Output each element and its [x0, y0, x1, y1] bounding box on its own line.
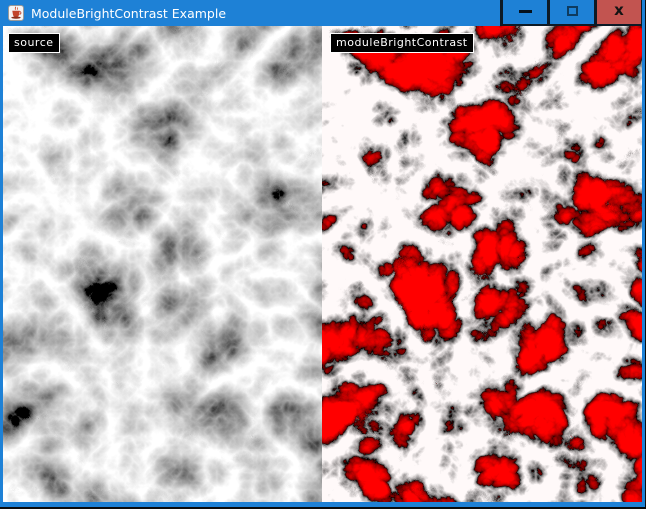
maximize-icon — [567, 6, 578, 16]
window-title: ModuleBrightContrast Example — [31, 6, 226, 21]
module-bright-contrast-label: moduleBrightContrast — [330, 33, 474, 53]
maximize-button[interactable] — [547, 0, 594, 26]
source-label: source — [8, 33, 60, 53]
image-panels: source moduleBrightContrast — [3, 26, 642, 502]
source-image-panel: source — [3, 26, 322, 502]
java-coffee-cup-icon — [8, 5, 24, 21]
minimize-button[interactable] — [500, 0, 547, 26]
titlebar[interactable]: ModuleBrightContrast Example x — [0, 0, 646, 26]
close-button[interactable]: x — [594, 0, 642, 26]
minimize-icon — [519, 10, 532, 13]
close-x-icon: x — [614, 3, 624, 18]
processed-image-panel: moduleBrightContrast — [322, 26, 642, 502]
source-image — [3, 26, 322, 502]
app-window: ModuleBrightContrast Example x source — [0, 0, 646, 509]
processed-image — [322, 26, 642, 502]
window-controls: x — [500, 0, 642, 26]
